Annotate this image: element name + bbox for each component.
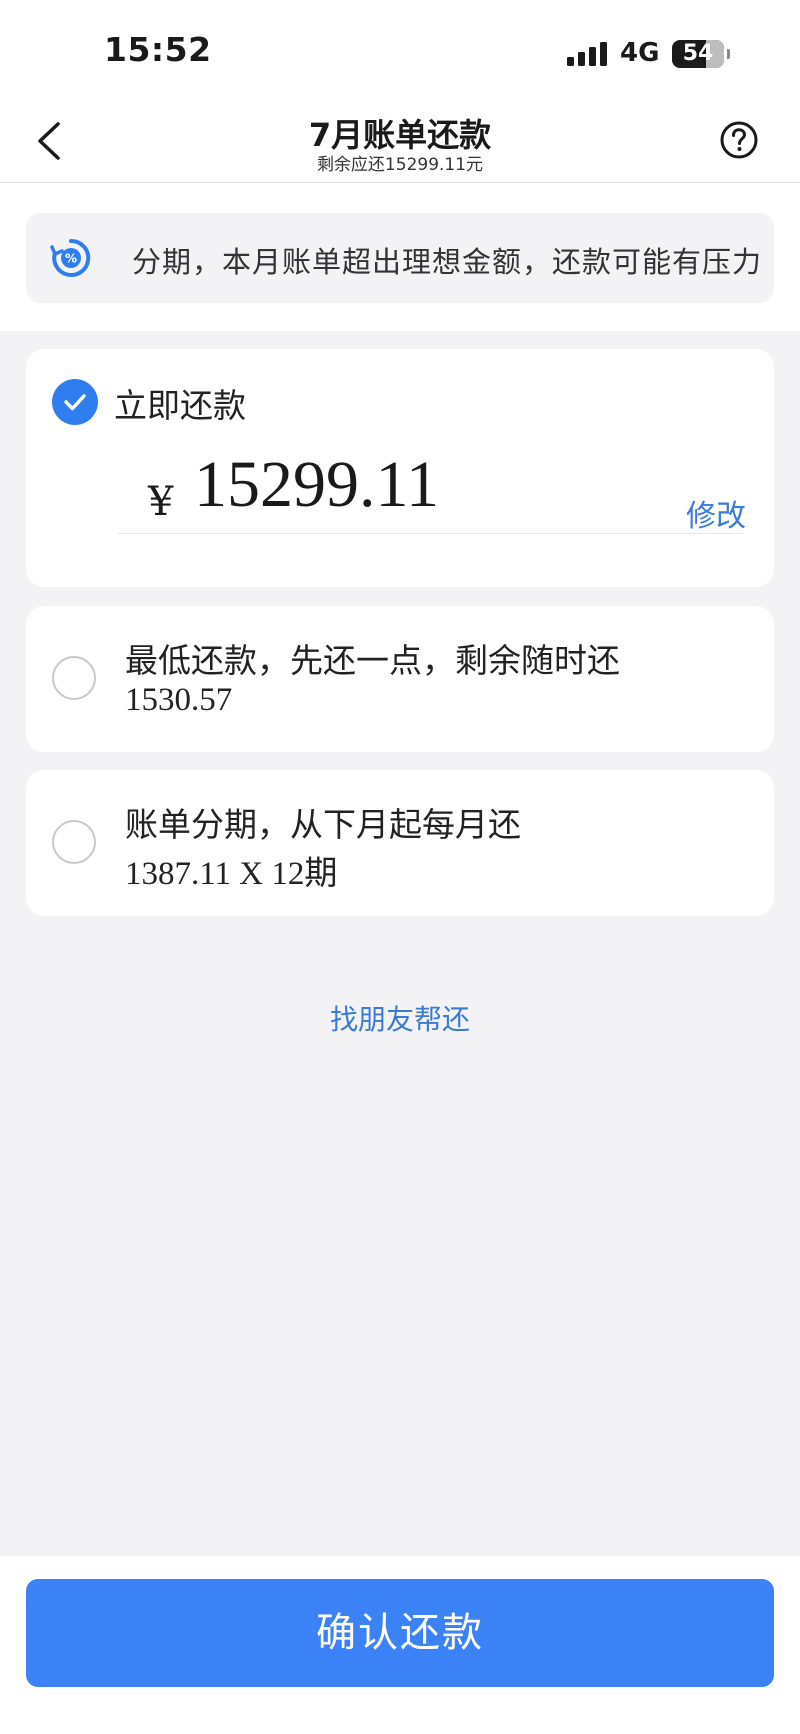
status-bar: 15:52 4G 54 [0,0,800,100]
nav-bar: 7月账单还款 剩余应还15299.11元 [0,100,800,183]
option-installment[interactable]: 账单分期，从下月起每月还 1387.11 X 12期 [26,770,774,916]
option-installment-amount: 1387.11 X 12期 [125,856,338,892]
battery-level: 54 [682,41,714,66]
repay-amount: 15299.11 [194,448,440,521]
unselected-radio-icon[interactable] [52,820,96,864]
page-subtitle: 剩余应还15299.11元 [316,155,484,175]
selected-check-icon[interactable] [52,379,98,425]
option-minimum-label: 最低还款，先还一点，剩余随时还 [125,641,620,680]
notice-section: % 分期，本月账单超出理想金额，还款可能有压力 [0,183,800,331]
network-type: 4G [620,38,660,68]
notice-banner[interactable]: % 分期，本月账单超出理想金额，还款可能有压力 [26,213,774,303]
currency-symbol: ¥ [148,479,174,525]
status-time: 15:52 [104,30,212,69]
unselected-radio-icon[interactable] [52,656,96,700]
modify-amount-link[interactable]: 修改 [686,491,746,535]
installment-percent-icon: % [50,238,91,277]
notice-text: 分期，本月账单超出理想金额，还款可能有压力 [132,245,763,279]
option-installment-label: 账单分期，从下月起每月还 [125,805,521,844]
bottom-bar: 确认还款 [0,1556,800,1734]
option-immediate-repay[interactable]: 立即还款 ¥ 15299.11 修改 [26,349,774,587]
option-minimum-amount: 1530.57 [125,682,233,718]
svg-text:%: % [65,252,77,266]
option-minimum-repay[interactable]: 最低还款，先还一点，剩余随时还 1530.57 [26,606,774,752]
option-immediate-label: 立即还款 [114,386,246,425]
cellular-signal-icon [567,42,607,66]
help-question-icon[interactable] [720,121,758,159]
battery-icon: 54 [672,40,730,68]
repay-amount-field[interactable]: ¥ 15299.11 [118,448,744,534]
confirm-repay-button[interactable]: 确认还款 [26,1579,774,1687]
friend-help-link[interactable]: 找朋友帮还 [0,998,800,1038]
